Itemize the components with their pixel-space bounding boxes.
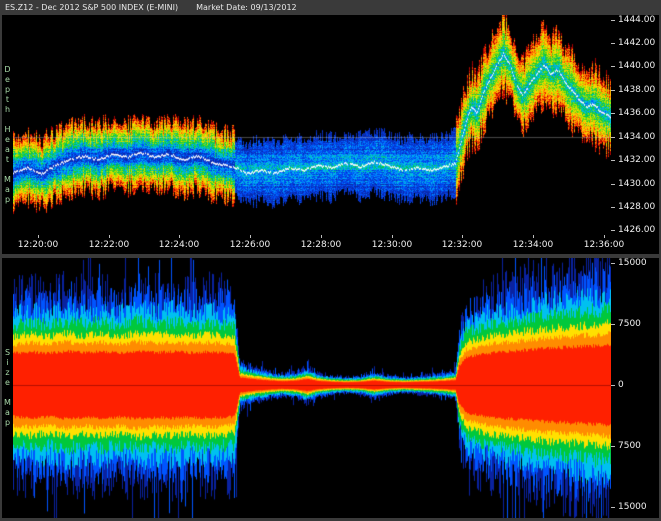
time-axis-label: 12:30:00 bbox=[372, 240, 412, 250]
size-axis-label: 7500 bbox=[618, 319, 641, 329]
size-axis-label: 7500 bbox=[618, 441, 641, 451]
time-axis-label: 12:26:00 bbox=[230, 240, 270, 250]
price-axis-label: 1440.00 bbox=[618, 61, 655, 71]
price-axis-label: 1426.00 bbox=[618, 225, 655, 235]
price-axis-tick bbox=[611, 230, 615, 231]
price-axis-label: 1444.00 bbox=[618, 15, 655, 25]
size-axis-tick bbox=[611, 507, 615, 508]
size-axis-label: 0 bbox=[618, 380, 624, 390]
time-axis-tick bbox=[38, 235, 39, 238]
price-axis-label: 1442.00 bbox=[618, 38, 655, 48]
instrument-title: ES.Z12 - Dec 2012 S&P 500 INDEX (E-MINI) bbox=[5, 3, 178, 12]
price-axis-label: 1438.00 bbox=[618, 85, 655, 95]
time-axis-tick bbox=[321, 235, 322, 238]
app-window: ES.Z12 - Dec 2012 S&P 500 INDEX (E-MINI)… bbox=[0, 0, 661, 521]
price-axis-label: 1432.00 bbox=[618, 155, 655, 165]
size-axis-tick bbox=[611, 324, 615, 325]
size-axis-tick bbox=[611, 263, 615, 264]
time-axis-tick bbox=[179, 235, 180, 238]
price-axis-tick bbox=[611, 160, 615, 161]
price-axis-tick bbox=[611, 20, 615, 21]
time-axis-label: 12:24:00 bbox=[159, 240, 199, 250]
price-axis-label: 1430.00 bbox=[618, 179, 655, 189]
size-axis-tick bbox=[611, 385, 615, 386]
size-axis: 15000 7500 0 7500 15000 bbox=[611, 258, 659, 518]
time-axis-label: 12:34:00 bbox=[513, 240, 553, 250]
price-axis-tick bbox=[611, 184, 615, 185]
depth-side-label: D e p t h H e a t M a p bbox=[2, 15, 13, 254]
size-axis-label: 15000 bbox=[618, 258, 647, 268]
size-axis-label: 15000 bbox=[618, 502, 647, 512]
price-axis-label: 1428.00 bbox=[618, 202, 655, 212]
time-axis: 12:20:00 12:22:00 12:24:00 12:26:00 12:28:00… bbox=[13, 235, 611, 254]
time-axis-label: 12:22:00 bbox=[89, 240, 129, 250]
price-axis-tick bbox=[611, 43, 615, 44]
time-axis-label: 12:36:00 bbox=[584, 240, 624, 250]
price-axis-label: 1436.00 bbox=[618, 108, 655, 118]
price-axis-label: 1434.00 bbox=[618, 132, 655, 142]
price-axis: 1444.00 1442.00 1440.00 1438.00 1436.00 1434.… bbox=[611, 15, 659, 254]
size-map-panel: S i z e M a p 15000 7500 0 7500 15000 bbox=[2, 258, 659, 518]
depth-heat-map-canvas[interactable] bbox=[13, 15, 611, 235]
size-axis-tick bbox=[611, 446, 615, 447]
time-axis-label: 12:32:00 bbox=[442, 240, 482, 250]
price-axis-tick bbox=[611, 113, 615, 114]
time-axis-label: 12:28:00 bbox=[301, 240, 341, 250]
price-axis-tick bbox=[611, 207, 615, 208]
time-axis-tick bbox=[462, 235, 463, 238]
depth-heat-map-panel: D e p t h H e a t M a p 1444.001442.0014… bbox=[2, 15, 659, 254]
price-axis-tick bbox=[611, 66, 615, 67]
time-axis-tick bbox=[109, 235, 110, 238]
size-side-label: S i z e M a p bbox=[2, 258, 13, 518]
time-axis-tick bbox=[250, 235, 251, 238]
time-axis-tick bbox=[604, 235, 605, 238]
size-map-canvas[interactable] bbox=[13, 258, 611, 518]
time-axis-tick bbox=[392, 235, 393, 238]
title-bar[interactable]: ES.Z12 - Dec 2012 S&P 500 INDEX (E-MINI)… bbox=[0, 0, 661, 15]
price-axis-tick bbox=[611, 90, 615, 91]
time-axis-tick bbox=[533, 235, 534, 238]
market-date: Market Date: 09/13/2012 bbox=[196, 3, 297, 12]
time-axis-label: 12:20:00 bbox=[18, 240, 58, 250]
price-axis-tick bbox=[611, 137, 615, 138]
